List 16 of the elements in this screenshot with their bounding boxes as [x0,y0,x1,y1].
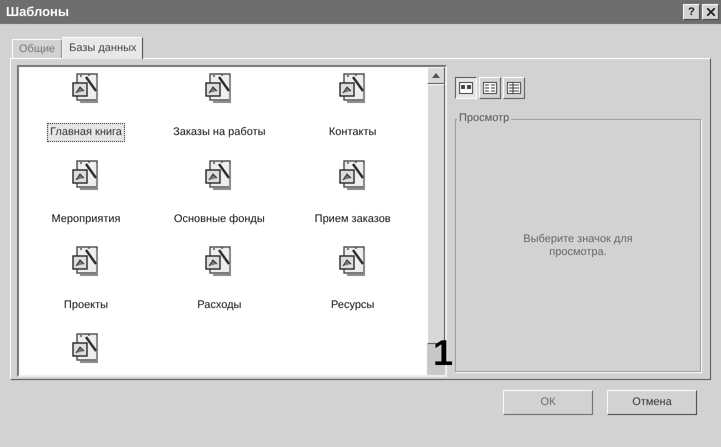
large-icons-view-icon [459,82,473,94]
details-view-icon [507,82,521,94]
list-view-icon [483,82,497,94]
close-button[interactable] [702,4,719,20]
up-arrow-icon [432,73,440,78]
scroll-up-button[interactable] [427,67,445,84]
dialog-button[interactable]: Отмена [607,390,697,415]
close-icon [706,8,714,16]
template-label[interactable]: Главная книга [47,123,125,142]
view-toggle-button[interactable] [455,77,477,99]
window-title: Шаблоны [6,3,69,22]
callout-number: 1 [433,335,454,371]
help-button[interactable]: ? [683,4,700,20]
preview-title: Просмотр [457,112,512,125]
tab[interactable]: Базы данных [62,37,144,59]
preview-message: Выберите значок для просмотра. [523,232,633,258]
